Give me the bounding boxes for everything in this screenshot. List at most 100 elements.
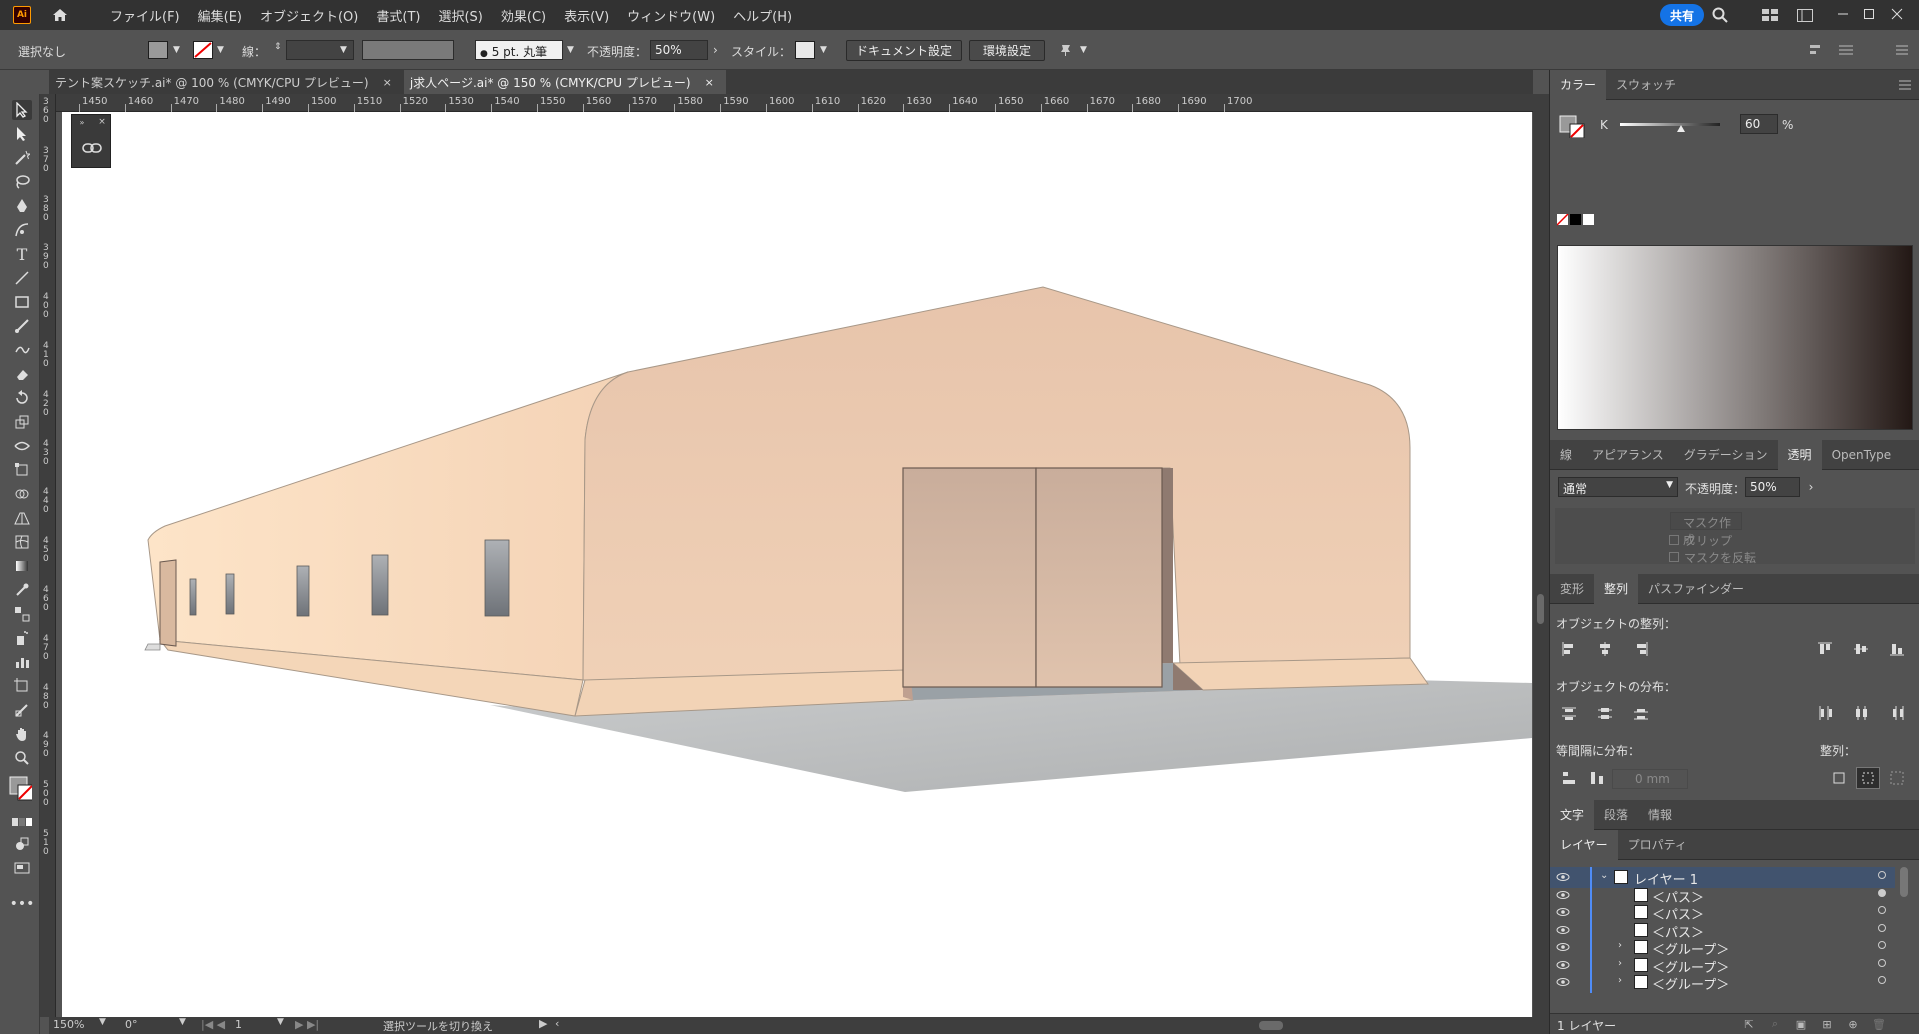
layer-item-row[interactable]: › ＜グループ＞ — [1550, 972, 1895, 993]
type-tool-icon[interactable]: T — [12, 244, 32, 264]
draw-mode-icon[interactable] — [12, 834, 32, 854]
chevron-right-icon[interactable]: › — [1804, 477, 1818, 497]
visibility-eye-icon[interactable] — [1556, 941, 1570, 951]
magic-wand-tool-icon[interactable] — [12, 148, 32, 168]
tab-stroke[interactable]: 線 — [1550, 446, 1582, 463]
tab-properties[interactable]: プロパティ — [1618, 836, 1697, 853]
target-circle-icon[interactable] — [1878, 871, 1886, 879]
scale-tool-icon[interactable] — [12, 412, 32, 432]
chevron-right-icon[interactable]: › — [713, 43, 723, 57]
make-mask-button[interactable]: マスク作成 — [1670, 512, 1742, 547]
target-circle-icon[interactable] — [1878, 906, 1886, 914]
distribute-bottom-icon[interactable] — [1630, 702, 1652, 724]
window[interactable] — [296, 565, 310, 617]
rotation-value[interactable]: 0° — [125, 1018, 138, 1031]
align-bottom-icon[interactable] — [1886, 638, 1908, 660]
menu-item[interactable]: ヘルプ(H) — [724, 6, 801, 25]
new-layer-icon[interactable]: ⊕ — [1846, 1017, 1860, 1031]
preferences-button[interactable]: 環境設定 — [969, 40, 1045, 61]
visibility-eye-icon[interactable] — [1556, 906, 1570, 916]
chevron-down-icon[interactable]: ▼ — [820, 45, 830, 55]
target-circle-icon[interactable] — [1878, 958, 1886, 967]
visibility-eye-icon[interactable] — [1556, 889, 1570, 899]
close-panel-icon[interactable]: × — [96, 117, 108, 127]
invert-mask-checkbox[interactable] — [1669, 552, 1679, 562]
distribute-left-icon[interactable] — [1814, 702, 1836, 724]
locate-object-icon[interactable]: ⌕ — [1768, 1017, 1782, 1031]
stepper-icon[interactable]: ⇕ — [274, 42, 284, 52]
chevron-down-icon[interactable]: ▼ — [217, 45, 227, 55]
new-sublayer-icon[interactable]: ⊞ — [1820, 1017, 1834, 1031]
align-horizontal-center-icon[interactable] — [1594, 638, 1616, 660]
shape-builder-tool-icon[interactable] — [12, 484, 32, 504]
pin-icon[interactable] — [1058, 42, 1074, 58]
scroll-left-icon[interactable]: ‹ — [555, 1017, 559, 1030]
artboard-tool-icon[interactable] — [12, 676, 32, 696]
menu-item[interactable]: 効果(C) — [492, 6, 555, 25]
close-tab-icon[interactable]: × — [705, 76, 714, 89]
none-black-white-swatches[interactable] — [1556, 213, 1597, 226]
pen-tool-icon[interactable] — [12, 196, 32, 216]
visibility-eye-icon[interactable] — [1556, 976, 1570, 986]
free-transform-tool-icon[interactable] — [12, 460, 32, 480]
horizontal-scroll-thumb[interactable] — [1259, 1021, 1283, 1030]
window[interactable] — [371, 554, 389, 616]
column-graph-tool-icon[interactable] — [12, 652, 32, 672]
brush-definition[interactable]: ● 5 pt. 丸筆 — [475, 40, 563, 60]
menu-item[interactable]: ウィンドウ(W) — [618, 6, 724, 25]
eyedropper-tool-icon[interactable] — [12, 580, 32, 600]
side-wall[interactable] — [147, 371, 629, 681]
lasso-tool-icon[interactable] — [12, 172, 32, 192]
clipping-mask-icon[interactable]: ▣ — [1794, 1017, 1808, 1031]
status-menu-icon[interactable]: ▶ — [539, 1017, 547, 1030]
zoom-tool-icon[interactable] — [12, 748, 32, 768]
visibility-eye-icon[interactable] — [1556, 871, 1570, 881]
rotate-tool-icon[interactable] — [12, 388, 32, 408]
color-spectrum[interactable] — [1557, 245, 1913, 430]
menu-list-icon[interactable] — [1838, 42, 1854, 58]
tab-recruit-page[interactable]: j求人ページ.ai* @ 150 % (CMYK/CPU プレビュー) × — [403, 70, 726, 94]
clip-checkbox[interactable] — [1669, 535, 1679, 545]
align-to-artboard-icon[interactable] — [1886, 767, 1908, 789]
tab-align[interactable]: 整列 — [1594, 573, 1639, 604]
color-fill-stroke-icon[interactable] — [1558, 108, 1588, 138]
layers-scroll-thumb[interactable] — [1900, 867, 1908, 897]
blend-mode-select[interactable]: 通常 ▼ — [1558, 477, 1678, 497]
tab-paragraph[interactable]: 段落 — [1594, 806, 1638, 823]
menu-item[interactable]: 表示(V) — [555, 6, 618, 25]
slider-handle[interactable] — [1677, 125, 1685, 132]
visibility-eye-icon[interactable] — [1556, 924, 1570, 934]
line-tool-icon[interactable] — [12, 268, 32, 288]
tab-layers[interactable]: レイヤー — [1550, 829, 1618, 860]
fill-swatch[interactable] — [148, 41, 168, 59]
tab-appearance[interactable]: アピアランス — [1582, 446, 1674, 463]
tab-pathfinder[interactable]: パスファインダー — [1638, 580, 1754, 597]
first-artboard-icon[interactable]: |◀ ◀ — [201, 1018, 225, 1031]
menu-item[interactable]: 編集(E) — [189, 6, 251, 25]
spacing-field[interactable]: 0 mm — [1612, 769, 1688, 789]
paintbrush-tool-icon[interactable] — [12, 316, 32, 336]
width-tool-icon[interactable] — [12, 436, 32, 456]
rectangle-tool-icon[interactable] — [12, 292, 32, 312]
align-vertical-center-icon[interactable] — [1850, 638, 1872, 660]
distribute-top-icon[interactable] — [1558, 702, 1580, 724]
perspective-grid-tool-icon[interactable] — [12, 508, 32, 528]
window[interactable] — [484, 539, 510, 617]
shaper-tool-icon[interactable] — [12, 340, 32, 360]
blend-tool-icon[interactable] — [12, 604, 32, 624]
slice-tool-icon[interactable] — [12, 700, 32, 720]
door-left-panel[interactable] — [902, 467, 1037, 688]
chevron-down-icon[interactable]: ▼ — [99, 1017, 106, 1027]
minimize-icon[interactable] — [1835, 6, 1851, 22]
k-value-field[interactable]: 60 — [1740, 114, 1778, 134]
graphic-style-swatch[interactable] — [795, 41, 815, 59]
close-tab-icon[interactable]: × — [383, 76, 392, 89]
more-tools-icon[interactable]: ••• — [10, 894, 35, 914]
panel-menu-icon[interactable] — [1894, 42, 1910, 58]
front-base-right[interactable] — [1171, 657, 1429, 691]
mesh-tool-icon[interactable] — [12, 532, 32, 552]
align-to-key-object-icon[interactable] — [1856, 767, 1880, 789]
tab-transform[interactable]: 変形 — [1550, 580, 1594, 597]
variable-width-profile[interactable] — [362, 40, 454, 60]
distribute-vertical-space-icon[interactable] — [1558, 767, 1580, 789]
